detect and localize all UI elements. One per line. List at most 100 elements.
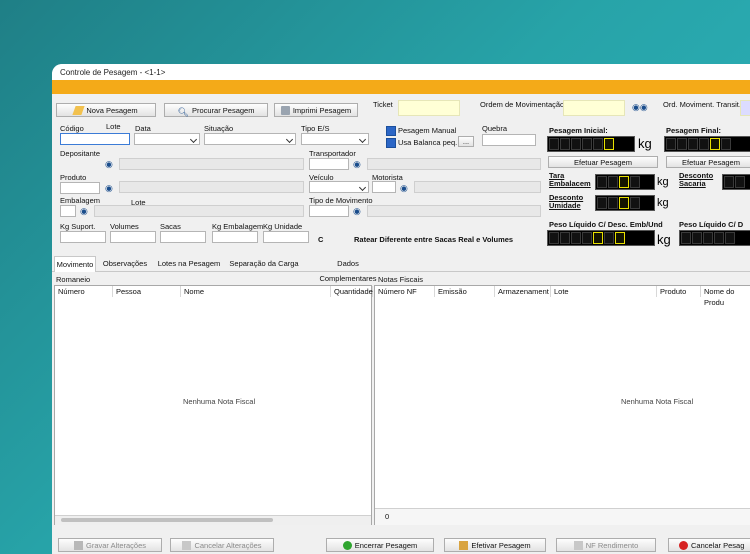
tab-bar: Movimento Observações Lotes na Pesagem S…	[52, 256, 750, 283]
tab-movimento[interactable]: Movimento	[54, 256, 96, 272]
desc-umidade-unit: kg	[657, 197, 669, 209]
kg-embalagem-label: Kg Embalagem	[212, 222, 264, 231]
romaneio-scroll-thumb[interactable]	[61, 518, 273, 522]
efetuar-pesagem-final-button[interactable]: Efetuar Pesagem	[666, 156, 750, 168]
search-weighing-button[interactable]: 🔍︎ Procurar Pesagem	[164, 103, 268, 117]
efetivar-pesagem-button[interactable]: Efetivar Pesagem	[444, 538, 546, 552]
tara-display	[595, 174, 655, 190]
c-label: C	[318, 235, 324, 244]
red-circle-icon	[679, 541, 688, 550]
liquido-label: Peso Líquido C/ Desc. Emb/Und	[549, 220, 663, 229]
kg-suport-field[interactable]	[60, 231, 106, 243]
motorista-search-icon[interactable]: ◉	[400, 183, 408, 194]
notas-col-nome-produto[interactable]: Nome do Produ	[701, 286, 750, 307]
kg-embalagem-field[interactable]	[212, 231, 258, 243]
new-weighing-button[interactable]: Nova Pesagem	[56, 103, 156, 117]
embalagem-search-icon[interactable]: ◉	[80, 206, 88, 217]
tab-lotes-na-pesagem[interactable]: Lotes na Pesagem	[156, 256, 222, 271]
transportador-name-field	[367, 158, 541, 170]
document-icon	[573, 541, 583, 550]
sacas-field[interactable]	[160, 231, 206, 243]
title-bar: Controle de Pesagem - <1-1>	[52, 64, 750, 80]
liquido2-label: Peso Líquido C/ D	[679, 220, 744, 229]
save-icon	[73, 541, 83, 550]
romaneio-col-pessoa[interactable]: Pessoa	[113, 286, 181, 297]
romaneio-hscrollbar[interactable]	[55, 515, 371, 525]
tab-dados-complementares[interactable]: Dados Complementares	[308, 256, 388, 283]
encerrar-pesagem-button[interactable]: Encerrar Pesagem	[326, 538, 434, 552]
printer-icon	[280, 106, 290, 115]
romaneio-col-quantidade[interactable]: Quantidade	[331, 286, 373, 297]
lote-label: Lote	[106, 122, 121, 131]
tab-observacoes[interactable]: Observações	[100, 256, 150, 271]
undo-icon	[182, 541, 192, 550]
notas-col-emissao[interactable]: Emissão	[435, 286, 495, 297]
produto-name-field	[119, 181, 304, 193]
kg-unidade-label: Kg Unidade	[263, 222, 303, 231]
cancelar-pesagem-button[interactable]: Cancelar Pesag	[668, 538, 750, 552]
ratear-label: Ratear Diferente entre Sacas Real e Volu…	[354, 235, 514, 244]
situacao-select[interactable]	[204, 133, 296, 145]
motorista-name-field	[414, 181, 541, 193]
kg-unidade-field[interactable]	[263, 231, 309, 243]
data-label: Data	[135, 124, 151, 133]
desc-sacaria-label: Desconto Sacaria	[679, 171, 714, 188]
usa-balanca-checkbox[interactable]	[386, 138, 396, 148]
romaneio-col-numero[interactable]: Número	[55, 286, 113, 297]
nf-rendimento-button[interactable]: NF Rendimento	[556, 538, 656, 552]
transportador-code-field[interactable]	[309, 158, 349, 170]
situacao-label: Situação	[204, 124, 234, 133]
accent-stripe	[52, 80, 750, 94]
green-circle-icon	[342, 541, 352, 550]
liquido-display	[547, 230, 655, 246]
volumes-field[interactable]	[110, 231, 156, 243]
pencil-icon	[72, 106, 85, 115]
gravar-alteracoes-button[interactable]: Gravar Alterações	[58, 538, 162, 552]
efetuar-pesagem-inicial-button[interactable]: Efetuar Pesagem	[548, 156, 658, 168]
binoculars-icon: 🔍︎	[177, 107, 189, 117]
notas-col-numero-nf[interactable]: Número NF	[375, 286, 435, 297]
embalagem-code-field[interactable]	[60, 205, 76, 217]
tipo-movimento-code-field[interactable]	[309, 205, 349, 217]
notas-count: 0	[385, 512, 390, 521]
produto-search-icon[interactable]: ◉	[105, 183, 113, 194]
pesagem-inicial-display	[547, 136, 635, 152]
codigo-field[interactable]	[60, 133, 130, 145]
notas-col-produto[interactable]: Produto	[657, 286, 701, 297]
liquido2-display	[679, 230, 750, 246]
tipo-movimento-search-icon[interactable]: ◉	[353, 206, 361, 217]
notas-col-lote[interactable]: Lote	[551, 286, 657, 297]
motorista-code-field[interactable]	[372, 181, 396, 193]
pesagem-inicial-unit: kg	[638, 136, 652, 151]
pesagem-manual-checkbox[interactable]	[386, 126, 396, 136]
quebra-label: Quebra	[482, 124, 508, 133]
print-weighing-button[interactable]: Imprimi Pesagem	[274, 103, 358, 117]
pesagem-inicial-label: Pesagem Inicial:	[549, 126, 608, 135]
data-select[interactable]	[134, 133, 200, 145]
notas-grid[interactable]: Número NF Emissão Armazenament Lote Prod…	[374, 285, 750, 525]
notas-col-armazenamento[interactable]: Armazenament	[495, 286, 551, 297]
ticket-field[interactable]	[398, 100, 460, 116]
desc-umidade-display	[595, 195, 655, 211]
tara-label: Tara Embalacem	[549, 171, 591, 188]
ordem-label: Ordem de Movimentação:	[480, 100, 567, 109]
veiculo-select[interactable]	[309, 181, 369, 193]
depositante-search-icon[interactable]: ◉	[105, 159, 113, 170]
cancelar-alteracoes-button[interactable]: Cancelar Alterações	[170, 538, 274, 552]
romaneio-grid[interactable]: Número Pessoa Nome Quantidade Nenhuma No…	[54, 285, 373, 525]
pesagem-manual-label: Pesagem Manual	[398, 126, 457, 135]
desc-umidade-label: Desconto Umidade	[549, 193, 584, 210]
tab-separacao-da-carga[interactable]: Separação da Carga	[228, 256, 300, 271]
quebra-field[interactable]	[482, 134, 536, 146]
tipo-es-select[interactable]	[301, 133, 369, 145]
binoculars-icon[interactable]: ◉◉	[632, 102, 648, 113]
ellipsis-button[interactable]: ...	[458, 136, 474, 147]
produto-code-field[interactable]	[60, 182, 100, 194]
tipo-movimento-name-field	[367, 205, 541, 217]
ord-transit-field[interactable]	[740, 100, 750, 116]
romaneio-col-nome[interactable]: Nome	[181, 286, 331, 297]
ticket-label: Ticket	[373, 100, 393, 109]
depositante-name-field	[119, 158, 304, 170]
transportador-search-icon[interactable]: ◉	[353, 159, 361, 170]
ordem-field[interactable]	[563, 100, 625, 116]
